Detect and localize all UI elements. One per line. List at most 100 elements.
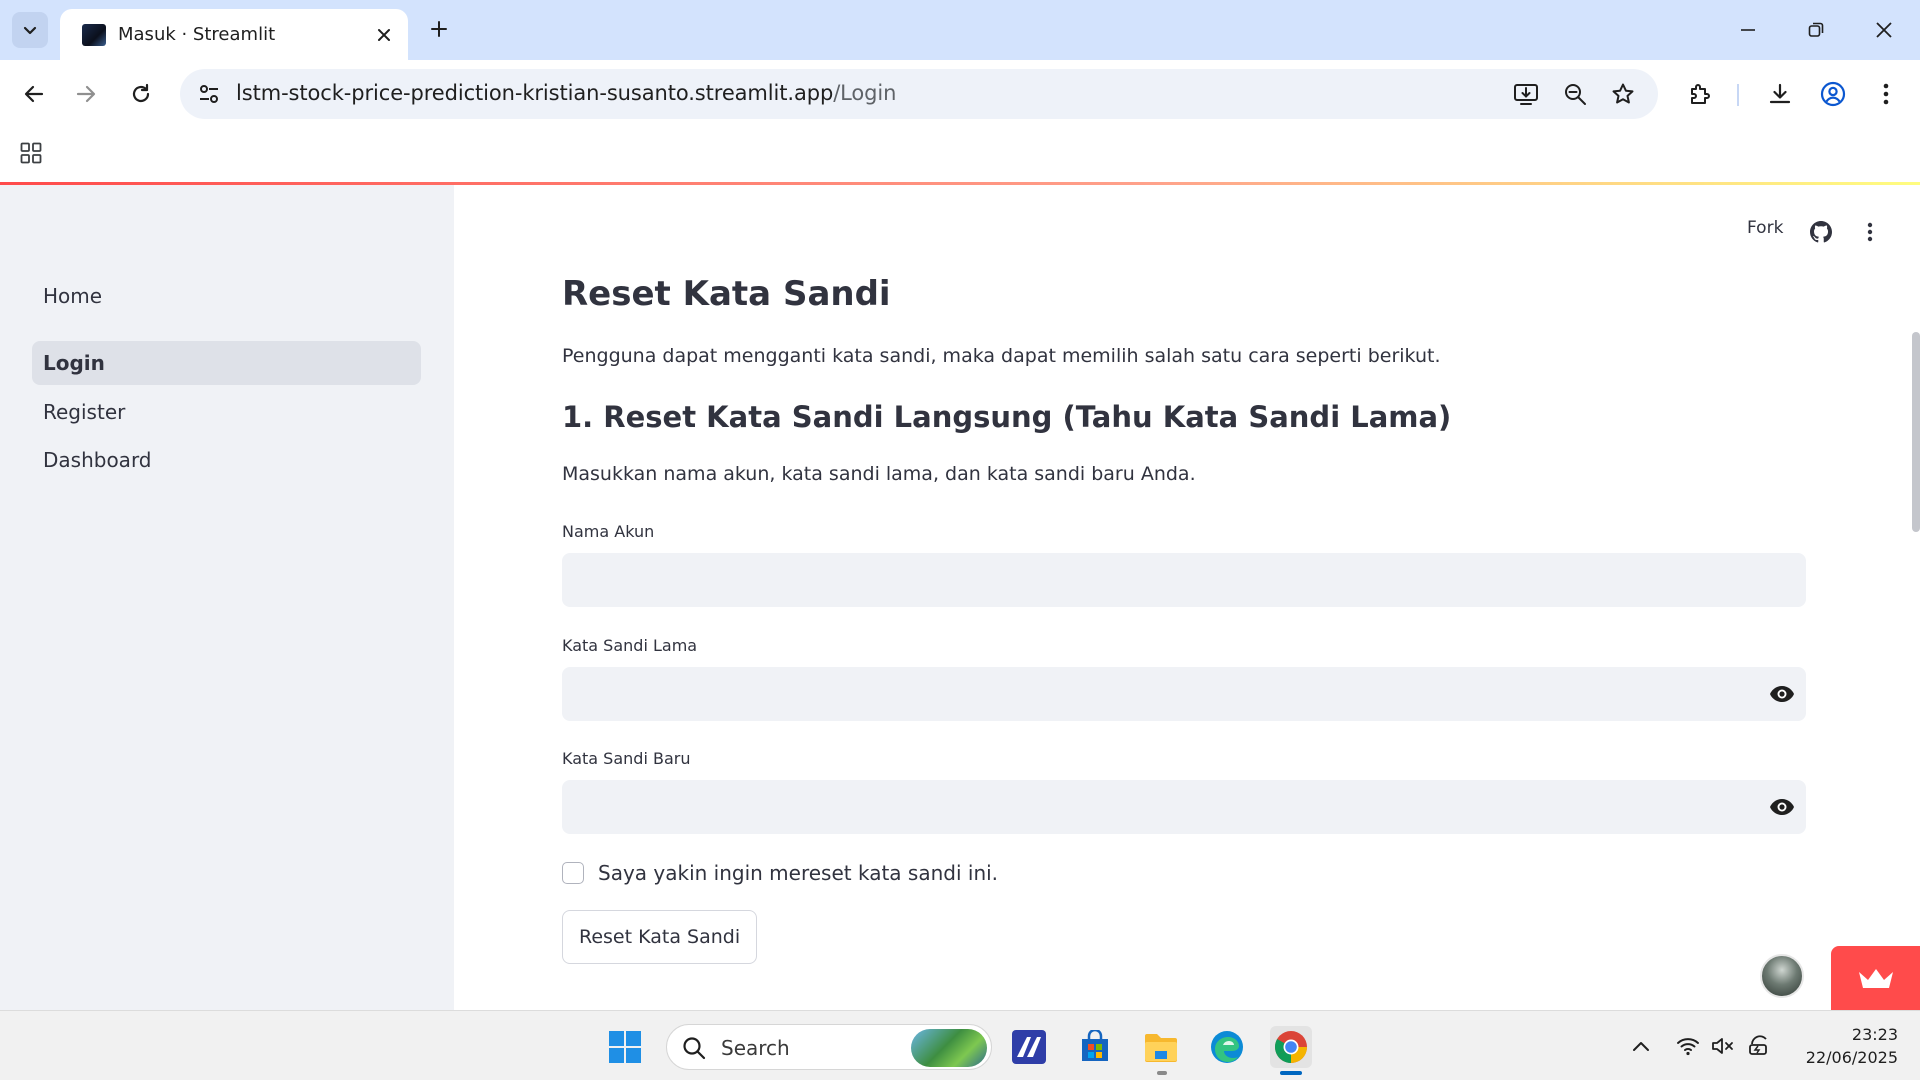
account-circle-icon: [1820, 81, 1846, 107]
intro-text: Pengguna dapat mengganti kata sandi, mak…: [562, 345, 1441, 367]
address-bar[interactable]: lstm-stock-price-prediction-kristian-sus…: [180, 69, 1658, 119]
old-password-input[interactable]: [562, 667, 1806, 721]
install-app-button[interactable]: [1511, 79, 1541, 109]
github-icon: [1810, 221, 1832, 243]
sidebar-item-login[interactable]: Login: [32, 341, 421, 385]
streamlit-favicon-icon: [82, 23, 106, 46]
eye-icon: [1770, 799, 1794, 815]
toolbar-separator: [1737, 84, 1739, 106]
zoom-button[interactable]: [1560, 79, 1590, 109]
restore-icon: [1808, 22, 1824, 37]
reset-password-button[interactable]: Reset Kata Sandi: [562, 910, 758, 964]
tune-icon: [200, 85, 218, 103]
wifi-button[interactable]: [1674, 1032, 1702, 1060]
new-tab-button[interactable]: [424, 14, 454, 44]
sidebar-item-register[interactable]: Register: [32, 390, 421, 434]
install-app-icon: [1514, 84, 1538, 105]
back-button[interactable]: [14, 74, 54, 114]
browser-menu-button[interactable]: [1866, 74, 1906, 114]
taskbar-search[interactable]: Search: [666, 1024, 992, 1070]
toggle-new-password-visibility[interactable]: [1767, 792, 1797, 822]
downloads-button[interactable]: [1760, 74, 1800, 114]
clock-date: 22/06/2025: [1805, 1048, 1898, 1067]
tab-search-button[interactable]: [12, 12, 48, 48]
confirm-checkbox-label[interactable]: Saya yakin ingin mereset kata sandi ini.: [598, 861, 998, 885]
download-icon: [1769, 83, 1791, 104]
reload-icon: [132, 83, 150, 103]
page-title: Reset Kata Sandi: [562, 274, 891, 314]
chrome-active-indicator: [1280, 1071, 1302, 1075]
chrome-icon: [1274, 1031, 1307, 1063]
edge-icon: [1211, 1031, 1243, 1063]
file-explorer-running-indicator: [1157, 1071, 1167, 1075]
volume-button[interactable]: [1709, 1032, 1737, 1060]
sidebar-item-label: Register: [43, 400, 126, 424]
show-hidden-icons-button[interactable]: [1627, 1032, 1655, 1060]
taskbar-app-edge[interactable]: [1206, 1026, 1248, 1068]
clock[interactable]: 23:23 22/06/2025: [1782, 1023, 1898, 1069]
sidebar: Home Login Register Dashboard: [0, 182, 454, 1010]
user-avatar[interactable]: [1760, 954, 1804, 998]
main-content: Fork Reset Kata Sandi Pengguna dapat men…: [454, 182, 1920, 1010]
chevron-up-icon: [1633, 1042, 1649, 1051]
tab-close-button[interactable]: [372, 23, 396, 47]
more-vert-icon: [1883, 83, 1889, 105]
chevron-down-icon: [23, 26, 37, 35]
taskbar-app-chrome[interactable]: [1270, 1026, 1312, 1068]
bookmark-button[interactable]: [1608, 79, 1638, 109]
app-menu-button[interactable]: [1856, 218, 1884, 246]
site-info-button[interactable]: [194, 79, 224, 109]
restore-button[interactable]: [1796, 10, 1836, 50]
sidebar-item-home[interactable]: Home: [32, 274, 421, 318]
url-text: lstm-stock-price-prediction-kristian-sus…: [236, 81, 896, 105]
streamlit-badge[interactable]: [1831, 946, 1920, 1010]
new-password-input[interactable]: [562, 780, 1806, 834]
zoom-out-icon: [1565, 84, 1586, 105]
clock-time: 23:23: [1851, 1025, 1898, 1044]
streamlit-app: Home Login Register Dashboard Fork Reset…: [0, 182, 1920, 1010]
puzzle-icon: [1691, 84, 1710, 104]
close-window-button[interactable]: [1864, 10, 1904, 50]
extensions-button[interactable]: [1680, 74, 1720, 114]
field-label-new-password: Kata Sandi Baru: [562, 749, 691, 768]
username-input[interactable]: [562, 553, 1806, 607]
wifi-icon: [1677, 1038, 1699, 1056]
sidebar-item-label: Login: [43, 351, 105, 375]
search-placeholder: Search: [721, 1036, 790, 1060]
browser-tab-active[interactable]: Masuk · Streamlit: [60, 9, 408, 60]
battery-button[interactable]: [1746, 1032, 1774, 1060]
sidebar-item-label: Home: [43, 284, 103, 308]
tab-title: Masuk · Streamlit: [118, 24, 276, 45]
forward-button[interactable]: [66, 74, 106, 114]
confirm-checkbox[interactable]: [562, 862, 584, 884]
star-icon: [1612, 83, 1634, 104]
minimize-button[interactable]: [1728, 10, 1768, 50]
search-highlight-image: [911, 1029, 987, 1067]
taskbar: Search 23:23 22/06/2025: [0, 1010, 1920, 1080]
browser-tab-strip: Masuk · Streamlit: [0, 0, 1920, 60]
url-path: /Login: [833, 81, 897, 105]
windows-logo-icon: [609, 1031, 641, 1063]
apps-button[interactable]: [16, 138, 46, 168]
taskbar-app-store[interactable]: [1074, 1026, 1116, 1068]
github-button[interactable]: [1807, 218, 1835, 246]
decoration-bar: [0, 182, 1920, 185]
crown-icon: [1858, 969, 1893, 988]
scrollbar-thumb[interactable]: [1912, 332, 1920, 532]
minimize-icon: [1741, 29, 1755, 31]
ai-app-icon: [1012, 1030, 1046, 1064]
confirm-checkbox-row[interactable]: Saya yakin ingin mereset kata sandi ini.: [562, 858, 998, 888]
eye-icon: [1770, 686, 1794, 702]
taskbar-app-file-explorer[interactable]: [1140, 1026, 1182, 1068]
toggle-old-password-visibility[interactable]: [1767, 679, 1797, 709]
fork-link[interactable]: Fork: [1747, 218, 1783, 238]
start-button[interactable]: [604, 1026, 646, 1068]
sidebar-item-label: Dashboard: [43, 448, 152, 472]
apps-grid-icon: [20, 142, 42, 164]
volume-mute-icon: [1712, 1038, 1733, 1054]
profile-button[interactable]: [1813, 74, 1853, 114]
browser-toolbar: lstm-stock-price-prediction-kristian-sus…: [0, 60, 1920, 128]
taskbar-app-copilot[interactable]: [1008, 1026, 1050, 1068]
reload-button[interactable]: [121, 74, 161, 114]
sidebar-item-dashboard[interactable]: Dashboard: [32, 438, 421, 482]
